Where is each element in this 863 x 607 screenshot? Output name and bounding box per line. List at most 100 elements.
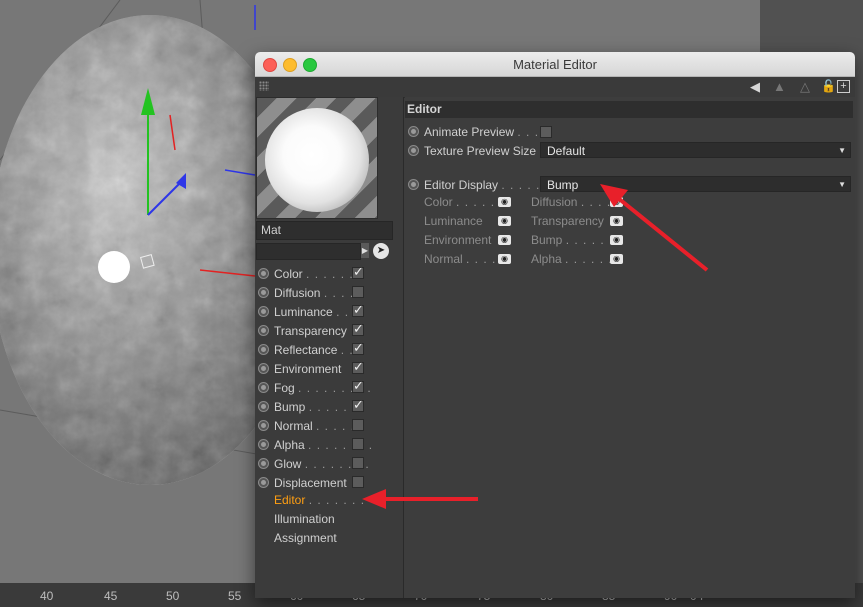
channel-checkbox[interactable]: ✓ — [352, 322, 364, 336]
channel-animation-toggle[interactable] — [258, 325, 269, 336]
channel-bump[interactable]: Bump . . . . . . . ✓ — [255, 398, 367, 417]
display-channel-label: Bump — [531, 233, 563, 247]
editor-display-animation-toggle[interactable] — [408, 179, 419, 190]
channel-checkbox[interactable]: ✓ — [352, 341, 364, 355]
animate-preview-animation-toggle[interactable] — [408, 126, 419, 137]
channel-glow[interactable]: Glow . . . . . . . . — [255, 455, 369, 474]
channel-checkbox[interactable]: ✓ — [352, 398, 364, 412]
picker-arrow-icon[interactable]: ➤ — [373, 243, 389, 259]
forward-arrow-icon[interactable]: ▲ — [773, 79, 786, 94]
channel-label: Alpha — [274, 438, 305, 452]
channel-checkbox[interactable]: ✓ — [352, 379, 364, 393]
display-channel-label: Alpha — [531, 252, 562, 266]
channel-label: Diffusion — [274, 286, 321, 300]
channel-alpha[interactable]: Alpha . . . . . . . . — [255, 436, 372, 455]
eye-icon[interactable]: ◉ — [610, 197, 623, 207]
channel-transparency[interactable]: Transparency ✓ — [255, 322, 367, 341]
texture-preview-size-value: Default — [547, 144, 586, 158]
display-channel-luminance: Luminance — [424, 214, 483, 228]
channel-checkbox[interactable] — [352, 419, 364, 431]
channel-label: Displacement — [274, 476, 347, 490]
channel-sidebar: Mat ▶ ➤ Color . . . . . . . ✓ Diffusion . … — [255, 97, 404, 598]
texture-preview-size-animation-toggle[interactable] — [408, 145, 419, 156]
channel-animation-toggle[interactable] — [258, 287, 269, 298]
material-name-field[interactable]: Mat — [256, 221, 393, 240]
page-label: Illumination — [274, 512, 335, 526]
search-expand-button[interactable]: ▶ — [361, 243, 369, 258]
grip-icon[interactable] — [259, 81, 269, 91]
channel-label: Bump — [274, 400, 306, 414]
ruler-tick-label: 55 — [228, 589, 242, 603]
channel-checkbox[interactable] — [352, 457, 364, 469]
channel-checkbox[interactable]: ✓ — [352, 360, 364, 374]
display-channel-label: Normal — [424, 252, 463, 266]
eye-icon[interactable]: ◉ — [498, 216, 511, 226]
editor-display-value: Bump — [547, 178, 579, 192]
channel-environment[interactable]: Environment ✓ — [255, 360, 367, 379]
display-channel-color: Color . . . . . . — [424, 195, 504, 209]
channel-dots: . . . . — [323, 286, 355, 300]
display-channel-environment: Environment — [424, 233, 491, 247]
eye-icon[interactable]: ◉ — [610, 216, 623, 226]
editor-toolbar: ◀ ▲ △ 🔓 + — [255, 77, 855, 98]
channel-animation-toggle[interactable] — [258, 382, 269, 393]
channel-checkbox[interactable]: ✓ — [352, 265, 364, 279]
channel-animation-toggle[interactable] — [258, 401, 269, 412]
channel-animation-toggle[interactable] — [258, 363, 269, 374]
editor-display-dropdown[interactable]: Bump ▼ — [540, 176, 851, 192]
channel-label: Reflectance — [274, 343, 338, 357]
channel-animation-toggle[interactable] — [258, 439, 269, 450]
channel-checkbox[interactable] — [352, 438, 364, 450]
search-field[interactable] — [256, 243, 361, 260]
material-editor-window: Material Editor ◀ ▲ △ 🔓 + Mat ▶ ➤ Color … — [255, 52, 855, 598]
ruler-tick-label: 50 — [166, 589, 180, 603]
channel-checkbox[interactable] — [352, 476, 364, 488]
channel-normal[interactable]: Normal . . . . . . — [255, 417, 367, 436]
page-label: Editor — [274, 493, 306, 507]
animate-preview-dots: . . . — [517, 125, 540, 139]
animate-preview-label: Animate Preview — [424, 125, 515, 139]
display-channel-alpha: Alpha . . . . . . . — [531, 252, 621, 266]
title-bar[interactable]: Material Editor — [255, 52, 855, 77]
display-channel-label: Luminance — [424, 214, 483, 228]
channel-animation-toggle[interactable] — [258, 420, 269, 431]
up-arrow-icon[interactable]: △ — [800, 79, 810, 95]
display-channel-transparency: Transparency — [531, 214, 604, 228]
channel-animation-toggle[interactable] — [258, 268, 269, 279]
page-assignment[interactable]: Assignment — [274, 531, 337, 545]
animate-preview-checkbox[interactable] — [540, 126, 552, 138]
channel-animation-toggle[interactable] — [258, 458, 269, 469]
texture-preview-size-row: Texture Preview Size Default ▼ — [405, 142, 851, 160]
page-illumination[interactable]: Illumination — [274, 512, 335, 526]
texture-preview-size-dropdown[interactable]: Default ▼ — [540, 142, 851, 158]
channel-label: Color — [274, 267, 303, 281]
channel-reflectance[interactable]: Reflectance . . ✓ — [255, 341, 367, 360]
channel-fog[interactable]: Fog . . . . . . . . . ✓ — [255, 379, 371, 398]
lock-icon[interactable]: 🔓 — [821, 79, 836, 93]
display-channel-label: Environment — [424, 233, 492, 247]
channel-luminance[interactable]: Luminance . . ✓ — [255, 303, 367, 322]
eye-icon[interactable]: ◉ — [498, 254, 511, 264]
back-arrow-icon[interactable]: ◀ — [750, 79, 760, 95]
channel-animation-toggle[interactable] — [258, 477, 269, 488]
channel-checkbox[interactable] — [352, 286, 364, 298]
eye-icon[interactable]: ◉ — [610, 235, 623, 245]
display-channel-bump: Bump . . . . . . . — [531, 233, 622, 247]
material-preview[interactable] — [256, 97, 378, 219]
channel-animation-toggle[interactable] — [258, 344, 269, 355]
channel-checkbox[interactable]: ✓ — [352, 303, 364, 317]
channel-label: Glow — [274, 457, 302, 471]
display-channel-label: Transparency — [531, 214, 604, 228]
channel-diffusion[interactable]: Diffusion . . . . — [255, 284, 367, 303]
channel-animation-toggle[interactable] — [258, 306, 269, 317]
page-dots: . . . . . . . — [308, 493, 366, 507]
page-editor[interactable]: Editor . . . . . . . — [274, 493, 365, 507]
eye-icon[interactable]: ◉ — [610, 254, 623, 264]
new-panel-icon[interactable]: + — [837, 80, 850, 93]
channel-color[interactable]: Color . . . . . . . ✓ — [255, 265, 367, 284]
eye-icon[interactable]: ◉ — [498, 235, 511, 245]
channel-displacement[interactable]: Displacement — [255, 474, 367, 493]
eye-icon[interactable]: ◉ — [498, 197, 511, 207]
chevron-down-icon: ▼ — [838, 146, 846, 155]
display-channel-dots: . . . . . . — [456, 195, 504, 209]
